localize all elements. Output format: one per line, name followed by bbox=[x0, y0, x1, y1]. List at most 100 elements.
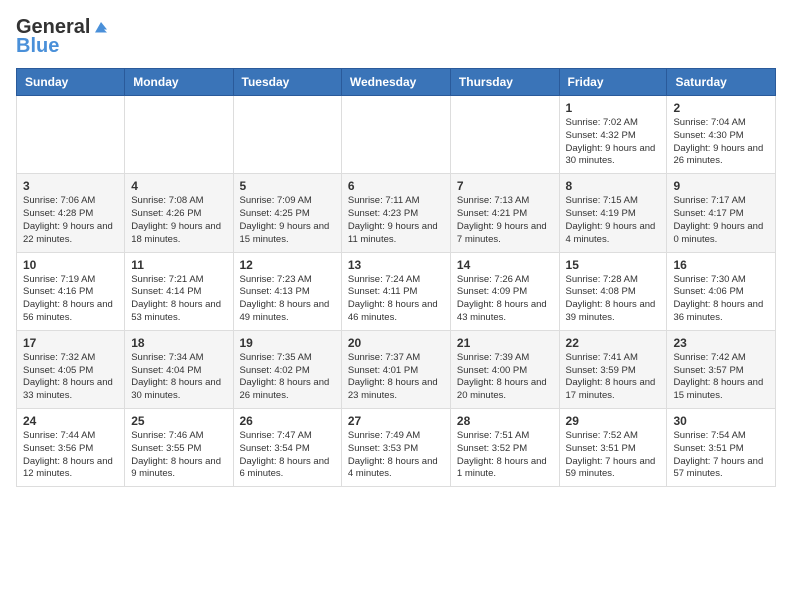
logo-icon bbox=[92, 19, 110, 37]
weekday-header-saturday: Saturday bbox=[667, 69, 776, 96]
calendar-cell: 4Sunrise: 7:08 AMSunset: 4:26 PMDaylight… bbox=[125, 174, 233, 252]
day-info: Sunrise: 7:28 AMSunset: 4:08 PMDaylight:… bbox=[566, 274, 661, 325]
calendar-cell: 22Sunrise: 7:41 AMSunset: 3:59 PMDayligh… bbox=[559, 330, 667, 408]
weekday-header-tuesday: Tuesday bbox=[233, 69, 341, 96]
weekday-header-sunday: Sunday bbox=[17, 69, 125, 96]
calendar-cell: 3 Sunrise: 7:06 AMSunset: 4:28 PMDaylight… bbox=[17, 174, 125, 252]
day-number: 13 bbox=[348, 258, 444, 272]
calendar-cell: 10Sunrise: 7:19 AMSunset: 4:16 PMDayligh… bbox=[17, 252, 125, 330]
calendar-cell: 19Sunrise: 7:35 AMSunset: 4:02 PMDayligh… bbox=[233, 330, 341, 408]
calendar-cell: 28 Sunrise: 7:51 AMSunset: 3:52 PMDayligh… bbox=[450, 409, 559, 487]
day-number: 12 bbox=[240, 258, 335, 272]
calendar-cell bbox=[341, 96, 450, 174]
calendar-cell bbox=[450, 96, 559, 174]
calendar-cell: 25 Sunrise: 7:46 AMSunset: 3:55 PMDayligh… bbox=[125, 409, 233, 487]
calendar-week-5: 24Sunrise: 7:44 AMSunset: 3:56 PMDayligh… bbox=[17, 409, 776, 487]
day-info: Sunrise: 7:47 AMSunset: 3:54 PMDaylight:… bbox=[240, 430, 335, 481]
day-info: Sunrise: 7:52 AMSunset: 3:51 PMDaylight:… bbox=[566, 430, 661, 481]
day-info: Sunrise: 7:54 AMSunset: 3:51 PMDaylight:… bbox=[673, 430, 769, 481]
calendar-cell bbox=[125, 96, 233, 174]
calendar-header: SundayMondayTuesdayWednesdayThursdayFrid… bbox=[17, 69, 776, 96]
calendar-cell: 24Sunrise: 7:44 AMSunset: 3:56 PMDayligh… bbox=[17, 409, 125, 487]
weekday-row: SundayMondayTuesdayWednesdayThursdayFrid… bbox=[17, 69, 776, 96]
day-number: 16 bbox=[673, 258, 769, 272]
calendar-week-2: 3 Sunrise: 7:06 AMSunset: 4:28 PMDaylight… bbox=[17, 174, 776, 252]
day-info: Sunrise: 7:15 AMSunset: 4:19 PMDaylight:… bbox=[566, 195, 661, 246]
day-info: Sunrise: 7:26 AMSunset: 4:09 PMDaylight:… bbox=[457, 274, 553, 325]
day-number: 2 bbox=[673, 101, 769, 115]
day-number: 5 bbox=[240, 179, 335, 193]
day-number: 7 bbox=[457, 179, 553, 193]
day-number: 9 bbox=[673, 179, 769, 193]
page-header: General Blue bbox=[16, 16, 776, 58]
calendar-cell: 20 Sunrise: 7:37 AMSunset: 4:01 PMDayligh… bbox=[341, 330, 450, 408]
day-number: 14 bbox=[457, 258, 553, 272]
calendar-cell: 23Sunrise: 7:42 AMSunset: 3:57 PMDayligh… bbox=[667, 330, 776, 408]
day-info: Sunrise: 7:44 AMSunset: 3:56 PMDaylight:… bbox=[23, 430, 118, 481]
calendar-cell: 11 Sunrise: 7:21 AMSunset: 4:14 PMDayligh… bbox=[125, 252, 233, 330]
calendar-cell: 6Sunrise: 7:11 AMSunset: 4:23 PMDaylight… bbox=[341, 174, 450, 252]
calendar-cell: 21Sunrise: 7:39 AMSunset: 4:00 PMDayligh… bbox=[450, 330, 559, 408]
calendar-cell: 14 Sunrise: 7:26 AMSunset: 4:09 PMDayligh… bbox=[450, 252, 559, 330]
day-info: Sunrise: 7:04 AMSunset: 4:30 PMDaylight:… bbox=[673, 117, 769, 168]
day-info: Sunrise: 7:21 AMSunset: 4:14 PMDaylight:… bbox=[131, 274, 226, 325]
weekday-header-thursday: Thursday bbox=[450, 69, 559, 96]
day-info: Sunrise: 7:35 AMSunset: 4:02 PMDaylight:… bbox=[240, 352, 335, 403]
day-number: 3 bbox=[23, 179, 118, 193]
day-number: 28 bbox=[457, 414, 553, 428]
logo-blue-text: Blue bbox=[16, 35, 59, 57]
day-info: Sunrise: 7:24 AMSunset: 4:11 PMDaylight:… bbox=[348, 274, 444, 325]
day-number: 15 bbox=[566, 258, 661, 272]
calendar-cell: 13 Sunrise: 7:24 AMSunset: 4:11 PMDayligh… bbox=[341, 252, 450, 330]
weekday-header-wednesday: Wednesday bbox=[341, 69, 450, 96]
day-number: 11 bbox=[131, 258, 226, 272]
calendar-cell: 9 Sunrise: 7:17 AMSunset: 4:17 PMDaylight… bbox=[667, 174, 776, 252]
day-info: Sunrise: 7:51 AMSunset: 3:52 PMDaylight:… bbox=[457, 430, 553, 481]
day-number: 26 bbox=[240, 414, 335, 428]
calendar-cell: 30 Sunrise: 7:54 AMSunset: 3:51 PMDayligh… bbox=[667, 409, 776, 487]
day-number: 20 bbox=[348, 336, 444, 350]
day-info: Sunrise: 7:09 AMSunset: 4:25 PMDaylight:… bbox=[240, 195, 335, 246]
day-info: Sunrise: 7:46 AMSunset: 3:55 PMDaylight:… bbox=[131, 430, 226, 481]
day-number: 18 bbox=[131, 336, 226, 350]
day-number: 22 bbox=[566, 336, 661, 350]
day-info: Sunrise: 7:30 AMSunset: 4:06 PMDaylight:… bbox=[673, 274, 769, 325]
weekday-header-friday: Friday bbox=[559, 69, 667, 96]
logo: General Blue bbox=[16, 16, 110, 58]
calendar-cell: 7 Sunrise: 7:13 AMSunset: 4:21 PMDaylight… bbox=[450, 174, 559, 252]
day-info: Sunrise: 7:06 AMSunset: 4:28 PMDaylight:… bbox=[23, 195, 118, 246]
calendar-cell: 15 Sunrise: 7:28 AMSunset: 4:08 PMDayligh… bbox=[559, 252, 667, 330]
day-info: Sunrise: 7:37 AMSunset: 4:01 PMDaylight:… bbox=[348, 352, 444, 403]
day-number: 6 bbox=[348, 179, 444, 193]
day-info: Sunrise: 7:17 AMSunset: 4:17 PMDaylight:… bbox=[673, 195, 769, 246]
day-info: Sunrise: 7:13 AMSunset: 4:21 PMDaylight:… bbox=[457, 195, 553, 246]
day-number: 8 bbox=[566, 179, 661, 193]
calendar-cell: 18 Sunrise: 7:34 AMSunset: 4:04 PMDayligh… bbox=[125, 330, 233, 408]
calendar-cell: 17 Sunrise: 7:32 AMSunset: 4:05 PMDayligh… bbox=[17, 330, 125, 408]
calendar-week-3: 10Sunrise: 7:19 AMSunset: 4:16 PMDayligh… bbox=[17, 252, 776, 330]
day-info: Sunrise: 7:32 AMSunset: 4:05 PMDaylight:… bbox=[23, 352, 118, 403]
day-info: Sunrise: 7:34 AMSunset: 4:04 PMDaylight:… bbox=[131, 352, 226, 403]
calendar-cell: 12 Sunrise: 7:23 AMSunset: 4:13 PMDayligh… bbox=[233, 252, 341, 330]
calendar-cell: 2 Sunrise: 7:04 AMSunset: 4:30 PMDaylight… bbox=[667, 96, 776, 174]
calendar-cell bbox=[233, 96, 341, 174]
day-number: 30 bbox=[673, 414, 769, 428]
day-number: 27 bbox=[348, 414, 444, 428]
calendar-cell: 8 Sunrise: 7:15 AMSunset: 4:19 PMDaylight… bbox=[559, 174, 667, 252]
calendar-body: 1 Sunrise: 7:02 AMSunset: 4:32 PMDaylight… bbox=[17, 96, 776, 487]
day-number: 25 bbox=[131, 414, 226, 428]
day-info: Sunrise: 7:23 AMSunset: 4:13 PMDaylight:… bbox=[240, 274, 335, 325]
calendar-cell: 27 Sunrise: 7:49 AMSunset: 3:53 PMDayligh… bbox=[341, 409, 450, 487]
calendar-cell: 26 Sunrise: 7:47 AMSunset: 3:54 PMDayligh… bbox=[233, 409, 341, 487]
day-info: Sunrise: 7:39 AMSunset: 4:00 PMDaylight:… bbox=[457, 352, 553, 403]
day-number: 1 bbox=[566, 101, 661, 115]
calendar-cell: 29Sunrise: 7:52 AMSunset: 3:51 PMDayligh… bbox=[559, 409, 667, 487]
weekday-header-monday: Monday bbox=[125, 69, 233, 96]
day-info: Sunrise: 7:02 AMSunset: 4:32 PMDaylight:… bbox=[566, 117, 661, 168]
calendar-cell bbox=[17, 96, 125, 174]
calendar-table: SundayMondayTuesdayWednesdayThursdayFrid… bbox=[16, 68, 776, 487]
day-info: Sunrise: 7:49 AMSunset: 3:53 PMDaylight:… bbox=[348, 430, 444, 481]
day-number: 17 bbox=[23, 336, 118, 350]
calendar-week-4: 17 Sunrise: 7:32 AMSunset: 4:05 PMDayligh… bbox=[17, 330, 776, 408]
day-info: Sunrise: 7:08 AMSunset: 4:26 PMDaylight:… bbox=[131, 195, 226, 246]
